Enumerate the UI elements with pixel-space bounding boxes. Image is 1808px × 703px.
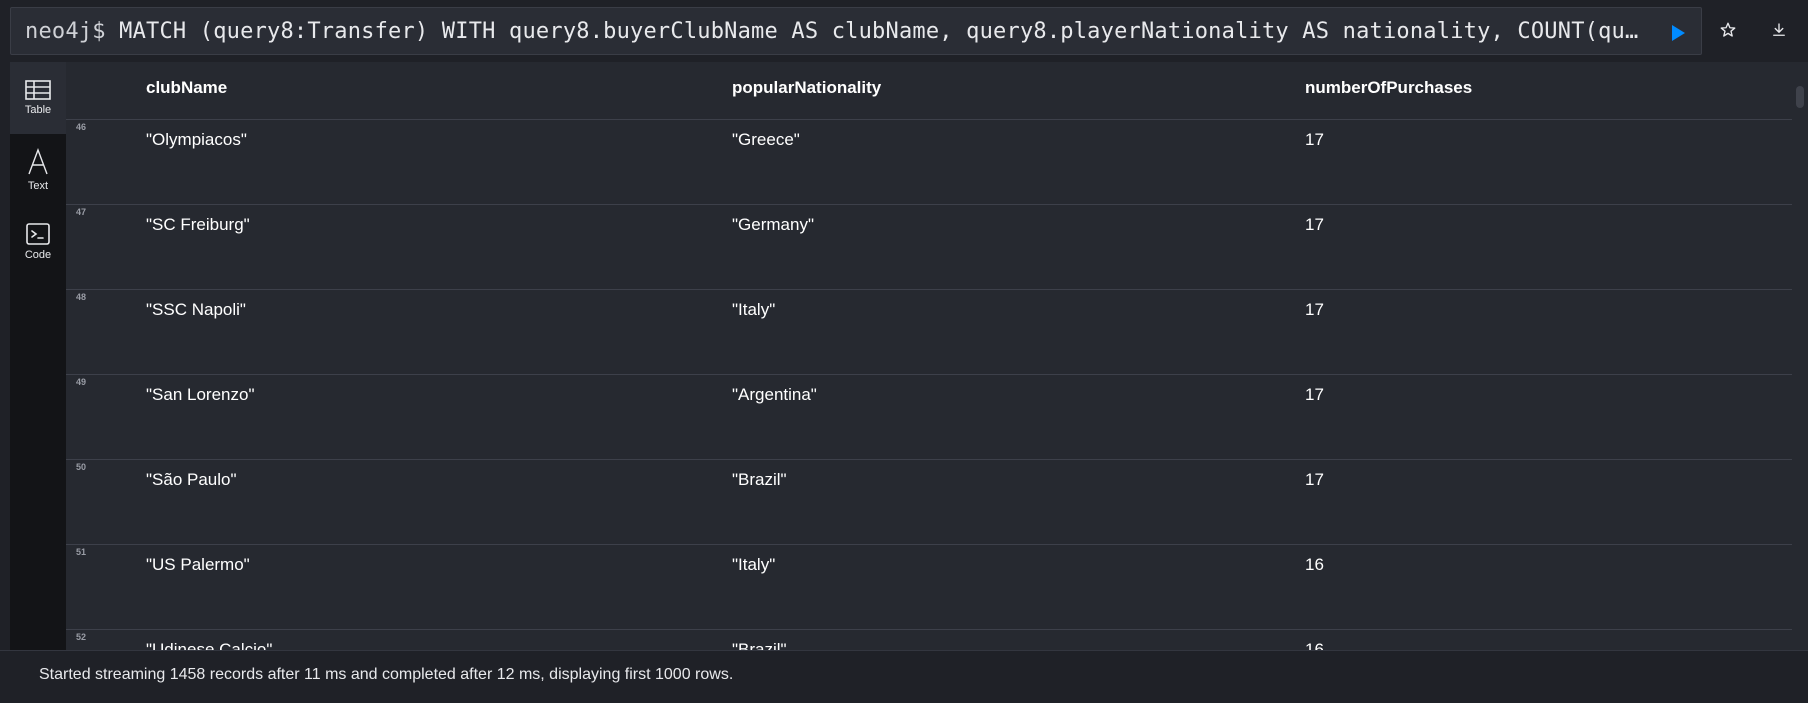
- cell-purchases: 17: [1305, 215, 1324, 234]
- cell-nationality: "Argentina": [732, 385, 817, 404]
- view-tab-table[interactable]: Table: [10, 62, 66, 134]
- table-row: 49 "San Lorenzo" "Argentina" 17: [66, 375, 1792, 460]
- cell-purchases: 16: [1305, 640, 1324, 650]
- cell-purchases: 17: [1305, 300, 1324, 319]
- view-tab-label: Code: [24, 249, 52, 261]
- view-tab-text[interactable]: Text: [10, 134, 66, 206]
- star-icon: [1720, 22, 1736, 37]
- table-row: 47 "SC Freiburg" "Germany" 17: [66, 205, 1792, 290]
- favorite-button[interactable]: [1716, 18, 1740, 42]
- cell-clubname: "San Lorenzo": [146, 385, 255, 404]
- neo4j-result-frame: neo4j$ MATCH (query8:Transfer) WITH quer…: [0, 0, 1808, 703]
- column-header-popularnationality: popularNationality: [732, 78, 882, 97]
- row-index: 48: [76, 292, 87, 302]
- text-icon: [28, 148, 48, 175]
- query-prompt: neo4j$: [25, 18, 106, 44]
- status-message: Started streaming 1458 records after 11 …: [39, 666, 734, 683]
- result-table: clubName popularNationality numberOfPurc…: [66, 62, 1792, 650]
- table-row: 48 "SSC Napoli" "Italy" 17: [66, 290, 1792, 375]
- view-tab-code[interactable]: Code: [10, 206, 66, 278]
- view-tab-label: Text: [27, 180, 49, 192]
- query-bar: neo4j$ MATCH (query8:Transfer) WITH quer…: [0, 0, 1808, 62]
- download-icon: [1773, 23, 1785, 36]
- cell-clubname: "SSC Napoli": [146, 300, 246, 319]
- cell-purchases: 17: [1305, 385, 1324, 404]
- scrollbar-thumb[interactable]: [1796, 86, 1804, 108]
- cell-purchases: 17: [1305, 130, 1324, 149]
- view-tab-label: Table: [24, 104, 52, 116]
- query-statement[interactable]: MATCH (query8:Transfer) WITH query8.buye…: [119, 19, 1641, 44]
- row-index: 46: [76, 122, 87, 132]
- row-index: 49: [76, 377, 87, 387]
- cell-nationality: "Brazil": [732, 640, 787, 650]
- cell-nationality: "Brazil": [732, 470, 787, 489]
- table-row: 46 "Olympiacos" "Greece" 17: [66, 120, 1792, 205]
- cell-clubname: "US Palermo": [146, 555, 250, 574]
- cell-clubname: "São Paulo": [146, 470, 237, 489]
- table-icon: [25, 80, 51, 100]
- cell-nationality: "Germany": [732, 215, 814, 234]
- table-row: 52 "Udinese Calcio" "Brazil" 16: [66, 630, 1792, 650]
- row-index: 50: [76, 462, 87, 472]
- table-header: clubName popularNationality numberOfPurc…: [66, 62, 1792, 120]
- cell-purchases: 17: [1305, 470, 1324, 489]
- code-icon: [26, 223, 50, 245]
- download-button[interactable]: [1767, 18, 1791, 42]
- query-text[interactable]: neo4j$ MATCH (query8:Transfer) WITH quer…: [25, 19, 1641, 44]
- run-query-button[interactable]: [1667, 22, 1689, 44]
- cell-purchases: 16: [1305, 555, 1324, 574]
- cell-clubname: "SC Freiburg": [146, 215, 250, 234]
- cell-clubname: "Olympiacos": [146, 130, 247, 149]
- play-icon: [1672, 25, 1685, 41]
- row-index: 52: [76, 632, 87, 642]
- column-header-clubname: clubName: [146, 78, 228, 97]
- cell-nationality: "Greece": [732, 130, 800, 149]
- query-editor[interactable]: neo4j$ MATCH (query8:Transfer) WITH quer…: [10, 7, 1702, 55]
- cell-clubname: "Udinese Calcio": [146, 640, 273, 650]
- table-row: 51 "US Palermo" "Italy" 16: [66, 545, 1792, 630]
- cell-nationality: "Italy": [732, 300, 776, 319]
- row-index: 51: [76, 547, 87, 557]
- row-index: 47: [76, 207, 87, 217]
- table-scrollbar[interactable]: [1792, 62, 1808, 650]
- column-header-numberofpurchases: numberOfPurchases: [1305, 78, 1473, 97]
- view-sidebar: Table Text Code: [10, 62, 66, 650]
- table-row: 50 "São Paulo" "Brazil" 17: [66, 460, 1792, 545]
- cell-nationality: "Italy": [732, 555, 776, 574]
- status-bar: Started streaming 1458 records after 11 …: [0, 650, 1808, 703]
